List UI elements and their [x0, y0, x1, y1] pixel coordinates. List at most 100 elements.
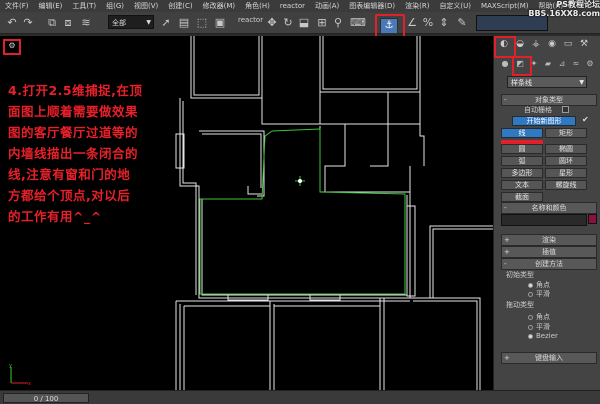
- select-link-icon[interactable]: ⧉: [44, 15, 60, 31]
- menu-item[interactable]: 图表编辑器(D): [344, 0, 400, 12]
- menu-item[interactable]: 修改器(M): [198, 0, 241, 12]
- instruction-line: 的工作有用^_^: [8, 209, 102, 224]
- percent-snap-icon[interactable]: %: [420, 15, 436, 31]
- start-new-shape-button[interactable]: 开始新图形: [512, 116, 576, 126]
- expand-icon: +: [504, 354, 510, 362]
- select-manipulate-icon[interactable]: ⚲: [330, 15, 346, 31]
- named-selection-icon[interactable]: ✎: [454, 15, 470, 31]
- unlink-icon[interactable]: ⧈: [60, 15, 76, 31]
- top-viewport[interactable]: ⚙ 4.打开2.5维捕捉,在顶 面图上顺着需要做效果 图的客厅餐厅过道等的 内墙…: [0, 36, 493, 390]
- object-name-input[interactable]: [501, 214, 587, 226]
- select-object-icon[interactable]: ➚: [158, 15, 174, 31]
- radio-label: Bezier: [536, 332, 558, 340]
- helix-button[interactable]: 螺旋线: [545, 180, 587, 190]
- menu-item[interactable]: 自定义(U): [434, 0, 476, 12]
- line-button[interactable]: 线: [501, 128, 543, 138]
- object-color-swatch[interactable]: [588, 214, 597, 224]
- radio-dot-icon: [528, 291, 533, 297]
- instruction-line: 方都给个顶点,对以后: [8, 188, 131, 203]
- section-button[interactable]: 截面: [501, 192, 543, 202]
- menu-item[interactable]: 动画(A): [310, 0, 344, 12]
- menu-item[interactable]: reactor: [275, 0, 310, 12]
- rectangular-selection-icon[interactable]: ⬚: [194, 15, 210, 31]
- keyboard-entry-rollout[interactable]: + 键盘输入: [501, 352, 597, 364]
- rectangle-button[interactable]: 矩形: [545, 128, 587, 138]
- auto-grid-checkbox[interactable]: [562, 106, 569, 113]
- systems-icon[interactable]: ⚙: [584, 58, 596, 70]
- scale-icon[interactable]: ⬓: [296, 15, 312, 31]
- window-crossing-icon[interactable]: ▣: [212, 15, 228, 31]
- instruction-line: 线,注意有窗和门的地: [8, 167, 131, 182]
- render-rollout[interactable]: + 渲染: [501, 234, 597, 246]
- menu-item[interactable]: 角色(H): [240, 0, 275, 12]
- main-toolbar: ↶ ↷ ⧉ ⧈ ≋ 全部 ▼ ➚ ▤ ⬚ ▣ reactor ✥ ↻ ⬓ ⊞ ⚲…: [0, 12, 600, 34]
- helpers-icon[interactable]: ⊿: [556, 58, 568, 70]
- menu-item[interactable]: 渲染(R): [400, 0, 434, 12]
- menu-item[interactable]: 视图(V): [129, 0, 163, 12]
- ngon-button[interactable]: 多边形: [501, 168, 543, 178]
- drag-smooth-radio[interactable]: 平滑: [528, 322, 550, 332]
- auto-grid-label: 自动栅格: [524, 106, 552, 114]
- radio-label: 平滑: [536, 290, 550, 298]
- instruction-line: 面图上顺着需要做效果: [8, 104, 139, 119]
- menu-item[interactable]: 创建(C): [163, 0, 197, 12]
- display-tab-icon[interactable]: ▭: [561, 38, 575, 51]
- arc-button[interactable]: 弧: [501, 156, 543, 166]
- shapes-highlight: [512, 56, 532, 76]
- creation-method-rollout[interactable]: - 创建方法: [501, 258, 597, 270]
- rotate-icon[interactable]: ↻: [280, 15, 296, 31]
- donut-button[interactable]: 圆环: [545, 156, 587, 166]
- angle-snap-icon[interactable]: ∠: [404, 15, 420, 31]
- instruction-line: 图的客厅餐厅过道等的: [8, 125, 139, 140]
- menu-item[interactable]: 文件(F): [0, 0, 34, 12]
- line-button-highlight: [501, 140, 543, 144]
- move-icon[interactable]: ✥: [264, 15, 280, 31]
- rollout-title: 对象类型: [535, 96, 563, 104]
- menu-item[interactable]: 编辑(E): [34, 0, 68, 12]
- text-button[interactable]: 文本: [501, 180, 543, 190]
- viewport-menu-icon[interactable]: ⚙: [3, 39, 21, 55]
- cameras-icon[interactable]: ▰: [542, 58, 554, 70]
- ellipse-button[interactable]: 椭圆: [545, 144, 587, 154]
- radio-dot-icon: [528, 333, 533, 339]
- hierarchy-tab-icon[interactable]: ⚶: [529, 38, 543, 51]
- reactor-label[interactable]: reactor: [238, 16, 263, 24]
- pivot-icon[interactable]: ⊞: [314, 15, 330, 31]
- collapse-icon: -: [504, 204, 507, 212]
- spinner-snap-icon[interactable]: ⇕: [436, 15, 452, 31]
- instruction-line: 内墙线描出一条闭合的: [8, 146, 139, 161]
- watermark: PS教程论坛 BBS.16XX8.com: [520, 0, 600, 18]
- geometry-icon[interactable]: ●: [499, 58, 511, 70]
- utilities-tab-icon[interactable]: ⚒: [577, 38, 591, 51]
- selection-filter-dropdown[interactable]: 全部 ▼: [108, 15, 154, 29]
- snap-2.5d-icon[interactable]: ⚓: [380, 18, 398, 34]
- category-dropdown[interactable]: 样条线 ▼: [507, 76, 587, 88]
- bind-spacewarp-icon[interactable]: ≋: [78, 15, 94, 31]
- menu-item[interactable]: 组(G): [101, 0, 129, 12]
- motion-tab-icon[interactable]: ◉: [545, 38, 559, 51]
- rollout-title: 创建方法: [535, 260, 563, 268]
- name-color-rollout[interactable]: - 名称和颜色: [501, 202, 597, 214]
- drag-type-label: 拖动类型: [506, 301, 534, 309]
- circle-button[interactable]: 圆: [501, 144, 543, 154]
- spacewarps-icon[interactable]: ≈: [570, 58, 582, 70]
- rollout-title: 渲染: [542, 236, 556, 244]
- time-slider[interactable]: 0 / 100: [3, 393, 89, 403]
- drag-bezier-radio[interactable]: Bezier: [528, 332, 558, 340]
- expand-icon: +: [504, 236, 510, 244]
- keyboard-shortcut-icon[interactable]: ⌨: [350, 15, 366, 31]
- initial-smooth-radio[interactable]: 平滑: [528, 289, 550, 299]
- interpolation-rollout[interactable]: + 插值: [501, 246, 597, 258]
- chevron-down-icon: ▼: [579, 79, 584, 86]
- expand-icon: +: [504, 248, 510, 256]
- collapse-icon: -: [504, 96, 507, 104]
- star-button[interactable]: 星形: [545, 168, 587, 178]
- undo-icon[interactable]: ↶: [4, 15, 20, 31]
- drag-corner-radio[interactable]: 角点: [528, 312, 550, 322]
- start-new-shape-checkmark-icon[interactable]: ✔: [582, 115, 589, 124]
- rollout-title: 键盘输入: [535, 354, 563, 362]
- menu-item[interactable]: 工具(T): [67, 0, 101, 12]
- select-by-name-icon[interactable]: ▤: [176, 15, 192, 31]
- watermark-line1: PS教程论坛: [556, 0, 600, 9]
- redo-icon[interactable]: ↷: [20, 15, 36, 31]
